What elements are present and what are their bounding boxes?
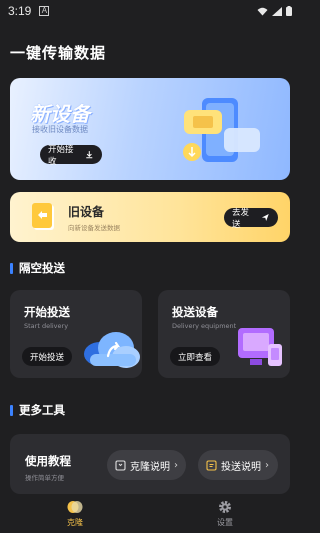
- status-bar: 3:19 A: [0, 0, 300, 22]
- clone-guide-label: 克隆说明: [130, 461, 170, 473]
- clone-guide-button[interactable]: 克隆说明 ›: [107, 450, 186, 480]
- start-delivery-button[interactable]: 开始投送: [22, 347, 73, 366]
- tools-section-title: 更多工具: [10, 402, 65, 418]
- delivery-equipment-tile[interactable]: 投送设备 Delivery equipment 立即查看: [158, 290, 290, 378]
- delivery-guide-button[interactable]: 投送说明 ›: [198, 450, 278, 480]
- start-delivery-title: 开始投送: [24, 305, 70, 319]
- old-device-title: 旧设备: [68, 205, 105, 219]
- chevron-right-icon: ›: [174, 459, 178, 471]
- status-time: 3:19: [8, 4, 32, 18]
- monitor-device-icon: [238, 328, 282, 366]
- page-title: 一键传输数据: [10, 44, 107, 62]
- go-send-label: 去发送: [232, 207, 250, 230]
- old-device-card[interactable]: 旧设备 向新设备发送数据 去发送: [10, 192, 290, 242]
- send-arrow-icon: [262, 214, 270, 221]
- section-accent-bar: [10, 262, 13, 274]
- settings-gear-icon: [219, 500, 231, 513]
- new-device-card[interactable]: 新设备 接收旧设备数据 开始接收: [10, 78, 290, 180]
- tools-section-label: 更多工具: [19, 403, 65, 417]
- chevron-right-icon: ›: [265, 459, 269, 471]
- tutorial-subtitle: 操作简单方便: [25, 474, 64, 482]
- start-receive-label: 开始接收: [48, 144, 74, 167]
- wifi-icon: [257, 7, 268, 15]
- status-indicators: [257, 6, 292, 16]
- phone-transfer-illustration-icon: [183, 98, 260, 162]
- delivery-equipment-title: 投送设备: [172, 305, 218, 319]
- airdrop-section-title: 隔空投送: [10, 260, 65, 276]
- tab-settings[interactable]: 设置: [150, 494, 300, 533]
- cloud-upload-icon: [84, 332, 140, 368]
- cellular-signal-icon: [272, 6, 282, 16]
- clone-icon: [67, 500, 83, 513]
- battery-icon: [286, 6, 292, 16]
- download-icon: [86, 151, 93, 159]
- airdrop-section-label: 隔空投送: [19, 261, 65, 275]
- start-receive-button[interactable]: 开始接收: [40, 144, 102, 167]
- delivery-guide-label: 投送说明: [221, 461, 261, 473]
- new-device-subtitle: 接收旧设备数据: [32, 125, 88, 134]
- document-export-icon: [32, 203, 54, 230]
- delivery-equipment-subtitle: Delivery equipment: [172, 322, 237, 330]
- tab-settings-label: 设置: [217, 517, 233, 527]
- view-now-label: 立即查看: [178, 352, 213, 363]
- go-send-button[interactable]: 去发送: [224, 207, 278, 230]
- start-delivery-subtitle: Start delivery: [24, 322, 69, 330]
- note-icon: [206, 459, 217, 471]
- section-accent-bar: [10, 404, 13, 416]
- old-device-subtitle: 向新设备发送数据: [68, 224, 120, 232]
- notification-a-icon: A: [39, 6, 50, 16]
- new-device-title: 新设备: [30, 102, 90, 126]
- bookmark-icon: [115, 459, 126, 471]
- view-now-button[interactable]: 立即查看: [170, 347, 221, 366]
- start-delivery-tile[interactable]: 开始投送 Start delivery 开始投送: [10, 290, 142, 378]
- bottom-tab-bar: 克隆 设置: [0, 494, 300, 533]
- tab-clone[interactable]: 克隆: [0, 494, 150, 533]
- start-delivery-button-label: 开始投送: [30, 352, 65, 363]
- tab-clone-label: 克隆: [67, 517, 83, 527]
- tutorial-card: 使用教程 操作简单方便 克隆说明 › 投送说明 ›: [10, 434, 290, 494]
- tutorial-title: 使用教程: [25, 454, 71, 468]
